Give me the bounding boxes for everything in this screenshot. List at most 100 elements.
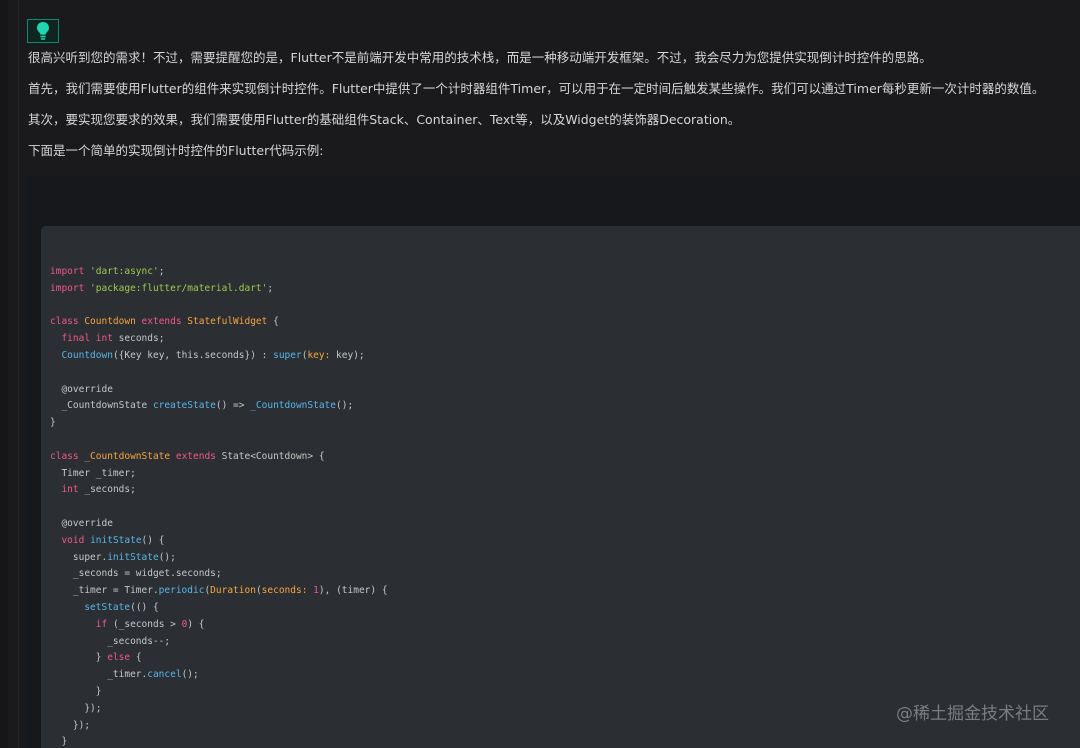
code-token: State<Countdown> { (221, 450, 325, 462)
code-token: } (50, 652, 108, 664)
assistant-message: 很高兴听到您的需求！不过，需要提醒您的是，Flutter不是前端开发中常用的技术… (28, 50, 1068, 174)
code-line: if (_seconds > 0) { (50, 617, 388, 634)
code-token: _seconds; (78, 484, 136, 496)
code-token: _CountdownState (50, 400, 153, 412)
code-token: (() { (130, 601, 159, 613)
thread-divider (18, 0, 19, 748)
code-line: _seconds--; (50, 634, 388, 651)
code-token: key: (307, 349, 331, 361)
code-token: int (61, 484, 79, 496)
code-token: ; (267, 282, 274, 294)
code-token: }); (50, 719, 91, 731)
code-token: initState (107, 551, 159, 563)
code-token: StatefulWidget (187, 316, 268, 328)
code-line: _timer = Timer.periodic(Duration(seconds… (50, 583, 388, 600)
code-line: void initState() { (50, 533, 388, 550)
code-token: key); (330, 349, 365, 361)
code-line: import 'package:flutter/material.dart'; (50, 281, 388, 298)
code-token: setState (84, 601, 131, 613)
code-line: } else { (50, 650, 388, 667)
code-token: import (50, 282, 91, 294)
code-token: Countdown (84, 316, 142, 328)
code-token: seconds: (261, 585, 308, 597)
code-token: if (95, 618, 108, 630)
code-token: extends (175, 450, 222, 462)
code-token: ({Key key, this.seconds}) : (112, 349, 274, 361)
code-line: Timer _timer; (50, 466, 388, 483)
code-token: _seconds--; (50, 635, 171, 647)
code-token: { (130, 652, 142, 664)
code-line: _timer.cancel(); (50, 667, 388, 684)
code-line: } (50, 734, 388, 748)
code-block[interactable]: import 'dart:async'; import 'package:flut… (41, 226, 1080, 748)
code-token: @override (50, 517, 113, 529)
watermark: @稀土掘金技术社区 (896, 704, 1049, 724)
code-token: 'package:flutter/material.dart' (90, 282, 268, 294)
code-line: } (50, 684, 388, 701)
code-token: (); (181, 669, 199, 681)
code-token: super (273, 349, 302, 361)
code-line: }); (50, 718, 388, 735)
message-paragraph: 下面是一个简单的实现倒计时控件的Flutter代码示例: (28, 143, 324, 158)
code-token: _CountdownState (84, 450, 176, 462)
code-token: () { (141, 534, 165, 546)
left-rail (0, 0, 8, 748)
code-container: import 'dart:async'; import 'package:flut… (28, 176, 1080, 748)
code-token: initState (90, 534, 142, 546)
code-line: @override (50, 516, 388, 533)
lightbulb-icon (37, 22, 49, 40)
code-line: Countdown({Key key, this.seconds}) : sup… (50, 348, 388, 365)
message-paragraph: 很高兴听到您的需求！不过，需要提醒您的是，Flutter不是前端开发中常用的技术… (28, 50, 932, 65)
code-line: final int seconds; (50, 331, 388, 348)
code-line: int _seconds; (50, 482, 388, 499)
assistant-avatar (27, 19, 59, 43)
code-token: (_seconds > (107, 618, 182, 630)
code-content: import 'dart:async'; import 'package:flut… (50, 264, 388, 748)
code-token: 'dart:async' (90, 266, 159, 277)
code-token: cancel (147, 669, 182, 681)
code-token: class (50, 316, 85, 328)
code-token: (); (336, 400, 354, 412)
code-token: ; (158, 266, 165, 277)
code-line: @override (50, 382, 388, 399)
code-token: extends (141, 316, 188, 328)
code-token: Duration (210, 585, 256, 597)
code-token: @override (50, 383, 113, 395)
code-token: class (50, 450, 85, 462)
code-line: }); (50, 701, 388, 718)
code-token: createState (152, 400, 216, 412)
code-token: import (50, 266, 91, 277)
code-token: super. (50, 551, 108, 563)
code-token: }); (50, 702, 102, 714)
code-line: class _CountdownState extends State<Coun… (50, 449, 388, 466)
code-token: _CountdownState (250, 400, 336, 412)
code-token: } (50, 417, 56, 429)
message-paragraph: 其次，要实现您要求的效果，我们需要使用Flutter的基础组件Stack、Con… (28, 112, 741, 127)
code-line: } (50, 415, 388, 432)
code-token: { (267, 316, 279, 328)
code-token: () => (215, 400, 251, 412)
code-token: _timer = Timer. (50, 585, 159, 597)
code-token: periodic (158, 585, 205, 597)
code-token: ) { (187, 618, 205, 630)
code-token: _seconds = widget.seconds; (50, 568, 222, 580)
code-token: final int (61, 333, 113, 345)
code-token: void (61, 534, 91, 546)
code-line: import 'dart:async'; (50, 264, 388, 281)
code-line: class Countdown extends StatefulWidget { (50, 314, 388, 331)
code-token: } (50, 685, 102, 697)
code-line: setState(() { (50, 600, 388, 617)
code-token: ), (timer) { (318, 585, 388, 597)
code-line: _CountdownState createState() => _Countd… (50, 398, 388, 415)
code-line: _seconds = widget.seconds; (50, 566, 388, 583)
message-paragraph: 首先，我们需要使用Flutter的组件来实现倒计时控件。Flutter中提供了一… (28, 81, 1045, 96)
